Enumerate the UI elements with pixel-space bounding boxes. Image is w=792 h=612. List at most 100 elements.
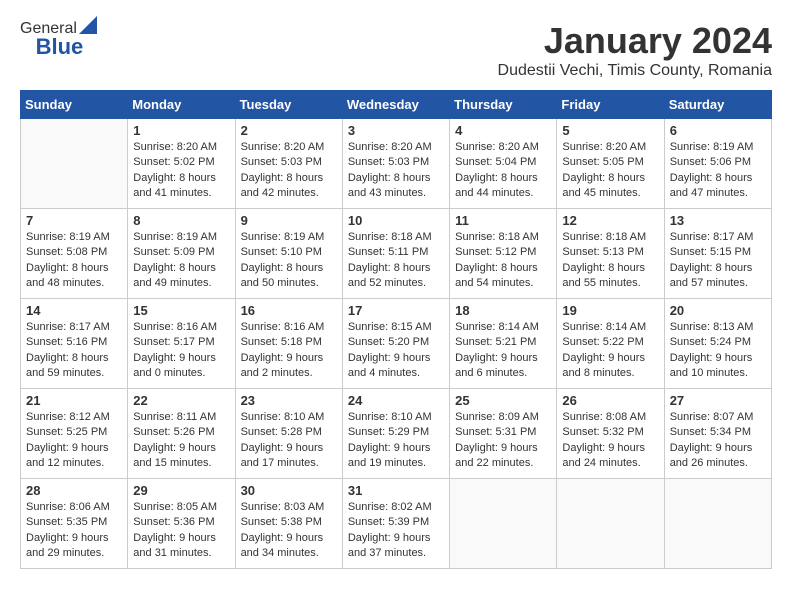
day-number: 15 bbox=[133, 303, 229, 318]
calendar-cell: 25 Sunrise: 8:09 AM Sunset: 5:31 PM Dayli… bbox=[450, 389, 557, 479]
calendar-cell: 19Sunrise: 8:14 AM Sunset: 5:22 PM Dayli… bbox=[557, 299, 664, 389]
day-number: 6 bbox=[670, 123, 766, 138]
calendar-day-header: Thursday bbox=[450, 91, 557, 119]
calendar-cell: 5Sunrise: 8:20 AM Sunset: 5:05 PM Daylig… bbox=[557, 119, 664, 209]
calendar-cell: 2 Sunrise: 8:20 AM Sunset: 5:03 PM Daylig… bbox=[235, 119, 342, 209]
calendar-cell bbox=[450, 479, 557, 569]
day-info: Sunrise: 8:14 AM Sunset: 5:21 PM Dayligh… bbox=[455, 320, 551, 382]
calendar-week-row: 7 Sunrise: 8:19 AM Sunset: 5:08 PM Daylig… bbox=[21, 209, 772, 299]
day-number: 16 bbox=[241, 303, 337, 318]
day-info: Sunrise: 8:10 AM Sunset: 5:28 PM Dayligh… bbox=[241, 410, 337, 472]
day-info: Sunrise: 8:18 AM Sunset: 5:11 PM Dayligh… bbox=[348, 230, 444, 292]
day-info: Sunrise: 8:05 AM Sunset: 5:36 PM Dayligh… bbox=[133, 500, 229, 562]
calendar-day-header: Tuesday bbox=[235, 91, 342, 119]
day-info: Sunrise: 8:13 AM Sunset: 5:24 PM Dayligh… bbox=[670, 320, 766, 382]
day-number: 3 bbox=[348, 123, 444, 138]
calendar-cell: 23 Sunrise: 8:10 AM Sunset: 5:28 PM Dayli… bbox=[235, 389, 342, 479]
calendar-header-row: SundayMondayTuesdayWednesdayThursdayFrid… bbox=[21, 91, 772, 119]
calendar-cell: 28Sunrise: 8:06 AM Sunset: 5:35 PM Dayli… bbox=[21, 479, 128, 569]
calendar-cell: 11Sunrise: 8:18 AM Sunset: 5:12 PM Dayli… bbox=[450, 209, 557, 299]
day-number: 30 bbox=[241, 483, 337, 498]
day-info: Sunrise: 8:20 AM Sunset: 5:02 PM Dayligh… bbox=[133, 140, 229, 202]
day-info: Sunrise: 8:20 AM Sunset: 5:03 PM Dayligh… bbox=[348, 140, 444, 202]
day-number: 1 bbox=[133, 123, 229, 138]
month-title: January 2024 bbox=[498, 20, 772, 62]
calendar-cell: 18Sunrise: 8:14 AM Sunset: 5:21 PM Dayli… bbox=[450, 299, 557, 389]
day-number: 26 bbox=[562, 393, 658, 408]
day-info: Sunrise: 8:07 AM Sunset: 5:34 PM Dayligh… bbox=[670, 410, 766, 472]
calendar-cell: 13 Sunrise: 8:17 AM Sunset: 5:15 PM Dayli… bbox=[664, 209, 771, 299]
day-number: 14 bbox=[26, 303, 122, 318]
calendar-cell: 26 Sunrise: 8:08 AM Sunset: 5:32 PM Dayli… bbox=[557, 389, 664, 479]
calendar-cell: 6 Sunrise: 8:19 AM Sunset: 5:06 PM Daylig… bbox=[664, 119, 771, 209]
day-number: 21 bbox=[26, 393, 122, 408]
calendar-day-header: Wednesday bbox=[342, 91, 449, 119]
day-info: Sunrise: 8:19 AM Sunset: 5:06 PM Dayligh… bbox=[670, 140, 766, 202]
day-number: 8 bbox=[133, 213, 229, 228]
calendar-cell: 21 Sunrise: 8:12 AM Sunset: 5:25 PM Dayli… bbox=[21, 389, 128, 479]
day-info: Sunrise: 8:09 AM Sunset: 5:31 PM Dayligh… bbox=[455, 410, 551, 472]
calendar-cell: 30 Sunrise: 8:03 AM Sunset: 5:38 PM Dayli… bbox=[235, 479, 342, 569]
day-number: 10 bbox=[348, 213, 444, 228]
calendar-cell: 1 Sunrise: 8:20 AM Sunset: 5:02 PM Daylig… bbox=[128, 119, 235, 209]
day-info: Sunrise: 8:19 AM Sunset: 5:09 PM Dayligh… bbox=[133, 230, 229, 292]
calendar-cell: 16Sunrise: 8:16 AM Sunset: 5:18 PM Dayli… bbox=[235, 299, 342, 389]
calendar-day-header: Sunday bbox=[21, 91, 128, 119]
calendar-cell: 15 Sunrise: 8:16 AM Sunset: 5:17 PM Dayli… bbox=[128, 299, 235, 389]
page-header: General Blue January 2024 Dudestii Vechi… bbox=[20, 20, 772, 80]
logo: General Blue bbox=[20, 20, 97, 60]
day-number: 25 bbox=[455, 393, 551, 408]
calendar-cell: 9Sunrise: 8:19 AM Sunset: 5:10 PM Daylig… bbox=[235, 209, 342, 299]
calendar-day-header: Monday bbox=[128, 91, 235, 119]
day-info: Sunrise: 8:19 AM Sunset: 5:08 PM Dayligh… bbox=[26, 230, 122, 292]
day-info: Sunrise: 8:16 AM Sunset: 5:17 PM Dayligh… bbox=[133, 320, 229, 382]
calendar-cell: 29Sunrise: 8:05 AM Sunset: 5:36 PM Dayli… bbox=[128, 479, 235, 569]
day-info: Sunrise: 8:12 AM Sunset: 5:25 PM Dayligh… bbox=[26, 410, 122, 472]
calendar-cell: 12Sunrise: 8:18 AM Sunset: 5:13 PM Dayli… bbox=[557, 209, 664, 299]
logo-icon bbox=[79, 16, 97, 34]
calendar-cell: 7 Sunrise: 8:19 AM Sunset: 5:08 PM Daylig… bbox=[21, 209, 128, 299]
calendar-day-header: Saturday bbox=[664, 91, 771, 119]
calendar-week-row: 21 Sunrise: 8:12 AM Sunset: 5:25 PM Dayli… bbox=[21, 389, 772, 479]
day-info: Sunrise: 8:20 AM Sunset: 5:03 PM Dayligh… bbox=[241, 140, 337, 202]
day-info: Sunrise: 8:17 AM Sunset: 5:16 PM Dayligh… bbox=[26, 320, 122, 382]
day-number: 24 bbox=[348, 393, 444, 408]
calendar-cell bbox=[557, 479, 664, 569]
day-number: 2 bbox=[241, 123, 337, 138]
day-number: 20 bbox=[670, 303, 766, 318]
day-number: 13 bbox=[670, 213, 766, 228]
title-block: January 2024 Dudestii Vechi, Timis Count… bbox=[498, 20, 772, 80]
day-number: 17 bbox=[348, 303, 444, 318]
logo-blue-text: Blue bbox=[36, 34, 84, 59]
calendar-week-row: 14 Sunrise: 8:17 AM Sunset: 5:16 PM Dayli… bbox=[21, 299, 772, 389]
day-number: 23 bbox=[241, 393, 337, 408]
day-number: 7 bbox=[26, 213, 122, 228]
calendar-cell: 8 Sunrise: 8:19 AM Sunset: 5:09 PM Daylig… bbox=[128, 209, 235, 299]
day-number: 22 bbox=[133, 393, 229, 408]
day-info: Sunrise: 8:19 AM Sunset: 5:10 PM Dayligh… bbox=[241, 230, 337, 292]
day-number: 5 bbox=[562, 123, 658, 138]
day-info: Sunrise: 8:03 AM Sunset: 5:38 PM Dayligh… bbox=[241, 500, 337, 562]
day-info: Sunrise: 8:15 AM Sunset: 5:20 PM Dayligh… bbox=[348, 320, 444, 382]
calendar-cell: 4 Sunrise: 8:20 AM Sunset: 5:04 PM Daylig… bbox=[450, 119, 557, 209]
day-info: Sunrise: 8:11 AM Sunset: 5:26 PM Dayligh… bbox=[133, 410, 229, 472]
day-info: Sunrise: 8:17 AM Sunset: 5:15 PM Dayligh… bbox=[670, 230, 766, 292]
calendar-cell: 24 Sunrise: 8:10 AM Sunset: 5:29 PM Dayli… bbox=[342, 389, 449, 479]
day-info: Sunrise: 8:08 AM Sunset: 5:32 PM Dayligh… bbox=[562, 410, 658, 472]
calendar-week-row: 28Sunrise: 8:06 AM Sunset: 5:35 PM Dayli… bbox=[21, 479, 772, 569]
calendar-day-header: Friday bbox=[557, 91, 664, 119]
calendar-table: SundayMondayTuesdayWednesdayThursdayFrid… bbox=[20, 90, 772, 569]
day-info: Sunrise: 8:10 AM Sunset: 5:29 PM Dayligh… bbox=[348, 410, 444, 472]
calendar-cell: 10 Sunrise: 8:18 AM Sunset: 5:11 PM Dayli… bbox=[342, 209, 449, 299]
day-info: Sunrise: 8:20 AM Sunset: 5:04 PM Dayligh… bbox=[455, 140, 551, 202]
calendar-cell: 31Sunrise: 8:02 AM Sunset: 5:39 PM Dayli… bbox=[342, 479, 449, 569]
day-number: 31 bbox=[348, 483, 444, 498]
calendar-cell bbox=[664, 479, 771, 569]
day-number: 4 bbox=[455, 123, 551, 138]
day-info: Sunrise: 8:14 AM Sunset: 5:22 PM Dayligh… bbox=[562, 320, 658, 382]
day-info: Sunrise: 8:06 AM Sunset: 5:35 PM Dayligh… bbox=[26, 500, 122, 562]
calendar-cell bbox=[21, 119, 128, 209]
calendar-cell: 3 Sunrise: 8:20 AM Sunset: 5:03 PM Daylig… bbox=[342, 119, 449, 209]
day-info: Sunrise: 8:18 AM Sunset: 5:12 PM Dayligh… bbox=[455, 230, 551, 292]
day-number: 27 bbox=[670, 393, 766, 408]
